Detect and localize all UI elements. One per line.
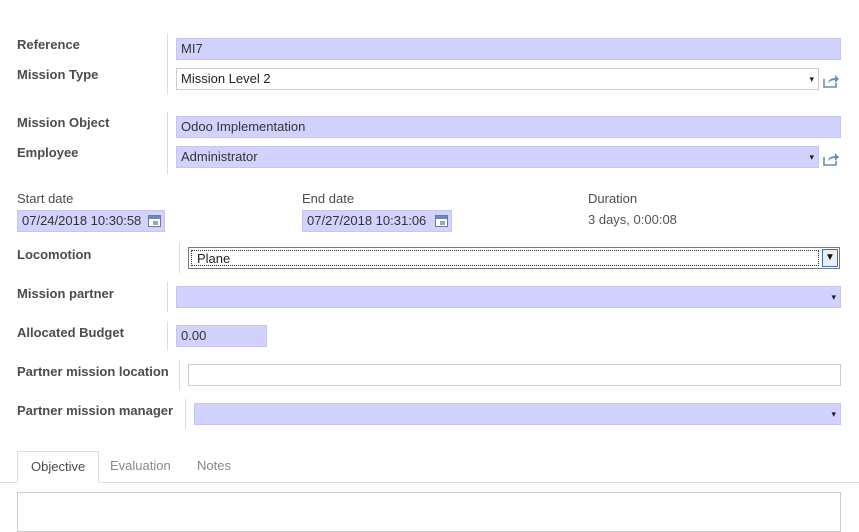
employee-label: Employee	[17, 145, 79, 160]
allocated-budget-label: Allocated Budget	[17, 325, 124, 340]
locomotion-select[interactable]: Plane ▼	[188, 247, 840, 269]
partner-mission-manager-select[interactable]: ▾	[194, 403, 841, 425]
reference-label: Reference	[17, 37, 80, 52]
mission-partner-select[interactable]: ▾	[176, 286, 841, 308]
mission-type-label: Mission Type	[17, 67, 99, 82]
chevron-down-icon: ▾	[809, 152, 814, 162]
locomotion-value: Plane	[191, 250, 819, 266]
tab-evaluation[interactable]: Evaluation	[97, 451, 184, 483]
end-date-value: 07/27/2018 10:31:06	[307, 213, 427, 228]
partner-mission-location-field[interactable]	[188, 364, 841, 386]
external-link-icon[interactable]	[823, 74, 839, 88]
tab-notes[interactable]: Notes	[184, 451, 244, 483]
reference-field[interactable]: MI7	[176, 38, 841, 60]
duration-label: Duration	[588, 191, 638, 206]
mission-type-select[interactable]: Mission Level 2 ▾	[176, 68, 819, 90]
chevron-down-icon: ▾	[809, 74, 814, 84]
mission-type-value: Mission Level 2	[181, 71, 271, 86]
separator	[167, 33, 168, 95]
end-date-label: End date	[302, 191, 355, 206]
partner-mission-manager-label: Partner mission manager	[17, 403, 174, 418]
locomotion-label: Locomotion	[17, 247, 92, 262]
duration-value: 3 days, 0:00:08	[588, 212, 677, 227]
employee-value: Administrator	[181, 149, 258, 164]
chevron-down-icon: ▾	[831, 292, 836, 302]
employee-select[interactable]: Administrator ▾	[176, 146, 819, 168]
calendar-icon[interactable]	[435, 215, 448, 227]
mission-partner-label: Mission partner	[17, 286, 114, 301]
external-link-icon[interactable]	[823, 152, 839, 166]
separator	[167, 321, 168, 351]
objective-textarea[interactable]	[17, 492, 841, 532]
separator	[179, 360, 180, 390]
chevron-down-icon[interactable]: ▼	[822, 249, 838, 267]
chevron-down-icon: ▾	[831, 409, 836, 419]
separator	[179, 243, 180, 273]
partner-mission-location-label: Partner mission location	[17, 364, 169, 379]
separator	[185, 399, 186, 429]
separator	[167, 282, 168, 312]
calendar-icon[interactable]	[148, 215, 161, 227]
allocated-budget-field[interactable]: 0.00	[176, 325, 267, 347]
start-date-value: 07/24/2018 10:30:58	[22, 213, 142, 228]
mission-form: { "form": { "reference": {"label": "Refe…	[0, 0, 859, 532]
separator	[167, 112, 168, 174]
tab-objective[interactable]: Objective	[17, 451, 100, 483]
start-date-field[interactable]: 07/24/2018 10:30:58	[17, 210, 165, 232]
end-date-field[interactable]: 07/27/2018 10:31:06	[302, 210, 452, 232]
mission-object-label: Mission Object	[17, 115, 110, 130]
start-date-label: Start date	[17, 191, 74, 206]
mission-object-field[interactable]: Odoo Implementation	[176, 116, 841, 138]
